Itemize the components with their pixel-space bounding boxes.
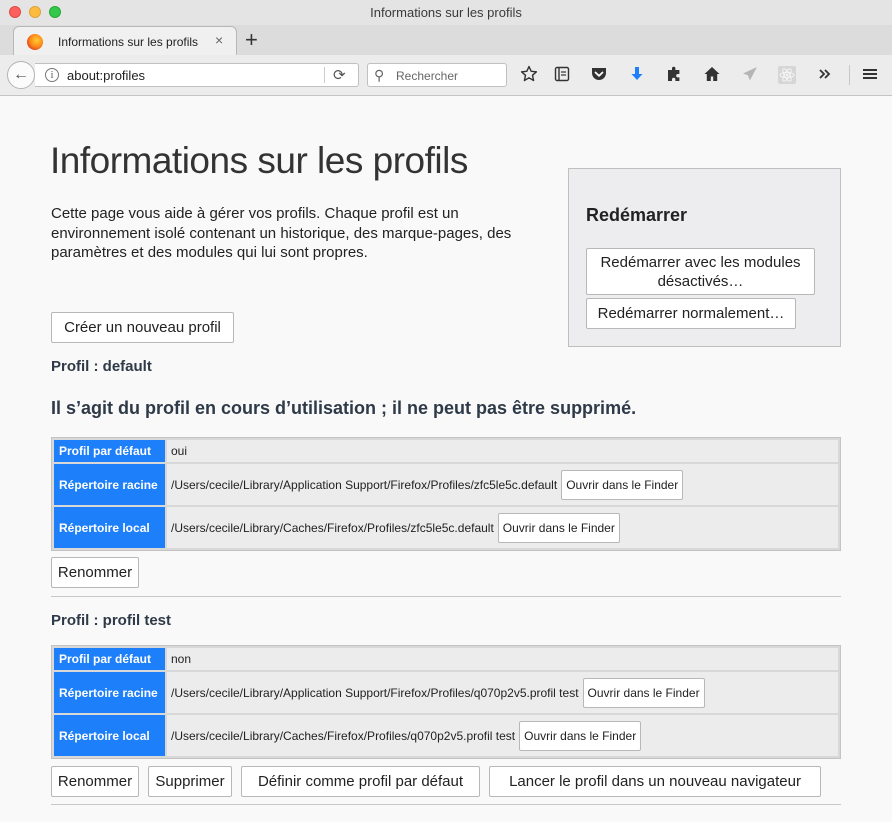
- rename-profile-button[interactable]: Renommer: [51, 557, 139, 588]
- profile-divider: [51, 804, 841, 805]
- page-content: Informations sur les profils Cette page …: [0, 96, 892, 822]
- root-dir-cell: /Users/cecile/Library/Application Suppor…: [167, 464, 838, 505]
- profile-table-test: Profil par défaut non Répertoire racine …: [51, 645, 841, 759]
- local-dir-cell: /Users/cecile/Library/Caches/Firefox/Pro…: [167, 507, 838, 548]
- profile-table-default: Profil par défaut oui Répertoire racine …: [51, 437, 841, 551]
- browser-window: Informations sur les profils Information…: [0, 0, 892, 822]
- rename-profile-button[interactable]: Renommer: [51, 766, 139, 797]
- navigation-toolbar: i about:profiles ⟳ ← ⚲ Rechercher: [0, 55, 892, 96]
- back-button[interactable]: ←: [7, 61, 35, 89]
- intro-text: Cette page vous aide à gérer vos profils…: [51, 205, 512, 261]
- restart-panel: Redémarrer Redémarrer avec les modules d…: [568, 168, 841, 347]
- default-value: non: [167, 648, 838, 670]
- tab-profiles[interactable]: Informations sur les profils ×: [13, 26, 237, 56]
- local-dir-value: /Users/cecile/Library/Caches/Firefox/Pro…: [171, 728, 516, 743]
- open-root-in-finder-button[interactable]: Ouvrir dans le Finder: [582, 677, 705, 708]
- window-title: Informations sur les profils: [370, 5, 522, 20]
- tab-strip: Informations sur les profils ×: [0, 25, 892, 56]
- local-dir-value: /Users/cecile/Library/Caches/Firefox/Pro…: [171, 520, 494, 535]
- search-icon: ⚲: [374, 67, 385, 83]
- profile-heading-default: Profil : default: [51, 358, 152, 375]
- table-row: Répertoire local /Users/cecile/Library/C…: [54, 507, 838, 548]
- firefox-icon: [27, 34, 43, 50]
- new-tab-button[interactable]: +: [245, 29, 258, 51]
- overflow-icon[interactable]: [815, 65, 835, 85]
- table-row: Répertoire local /Users/cecile/Library/C…: [54, 715, 838, 756]
- root-dir-label: Répertoire racine: [54, 672, 165, 713]
- root-dir-label: Répertoire racine: [54, 464, 165, 505]
- table-row: Profil par défaut non: [54, 648, 838, 670]
- search-bar[interactable]: ⚲ Rechercher: [367, 63, 507, 87]
- restart-title: Redémarrer: [586, 205, 688, 225]
- root-dir-value: /Users/cecile/Library/Application Suppor…: [171, 685, 579, 700]
- root-dir-cell: /Users/cecile/Library/Application Suppor…: [167, 672, 838, 713]
- open-local-in-finder-button[interactable]: Ouvrir dans le Finder: [497, 512, 620, 543]
- reload-icon[interactable]: ⟳: [333, 66, 346, 84]
- profile-heading-test: Profil : profil test: [51, 612, 171, 629]
- star-icon[interactable]: [519, 65, 539, 85]
- home-icon[interactable]: [702, 65, 722, 85]
- profile-in-use-message: Il s’agit du profil en cours d’utilisati…: [51, 398, 637, 418]
- url-bar[interactable]: i about:profiles ⟳: [35, 63, 359, 87]
- root-dir-value: /Users/cecile/Library/Application Suppor…: [171, 477, 558, 492]
- local-dir-label: Répertoire local: [54, 715, 165, 756]
- local-dir-cell: /Users/cecile/Library/Caches/Firefox/Pro…: [167, 715, 838, 756]
- launch-profile-button[interactable]: Lancer le profil dans un nouveau navigat…: [489, 766, 821, 797]
- open-root-in-finder-button[interactable]: Ouvrir dans le Finder: [561, 469, 684, 500]
- url-separator: [324, 67, 325, 83]
- url-text[interactable]: about:profiles: [67, 68, 145, 83]
- restart-safe-mode-button[interactable]: Redémarrer avec les modules désactivés…: [586, 248, 815, 295]
- arrow-left-icon: ←: [13, 66, 29, 83]
- restart-normal-button[interactable]: Redémarrer normalement…: [586, 298, 796, 329]
- table-row: Répertoire racine /Users/cecile/Library/…: [54, 672, 838, 713]
- title-bar: Informations sur les profils: [0, 0, 892, 25]
- set-default-profile-button[interactable]: Définir comme profil par défaut: [241, 766, 480, 797]
- page-title: Informations sur les profils: [50, 140, 468, 181]
- reader-list-icon[interactable]: [552, 65, 572, 85]
- default-label: Profil par défaut: [54, 440, 165, 462]
- table-row: Répertoire racine /Users/cecile/Library/…: [54, 464, 838, 505]
- extensions-icon[interactable]: [664, 65, 684, 85]
- react-devtools-icon[interactable]: [777, 65, 797, 85]
- site-info-icon[interactable]: i: [45, 68, 59, 82]
- profile-divider: [51, 596, 841, 597]
- local-dir-label: Répertoire local: [54, 507, 165, 548]
- delete-profile-button[interactable]: Supprimer: [148, 766, 232, 797]
- downloads-icon[interactable]: [627, 65, 647, 85]
- search-input[interactable]: Rechercher: [396, 69, 458, 83]
- default-label: Profil par défaut: [54, 648, 165, 670]
- tab-label: Informations sur les profils: [58, 35, 199, 49]
- default-value: oui: [167, 440, 838, 462]
- table-row: Profil par défaut oui: [54, 440, 838, 462]
- send-icon[interactable]: [740, 65, 760, 85]
- menu-icon[interactable]: [860, 65, 880, 85]
- create-profile-button[interactable]: Créer un nouveau profil: [51, 312, 234, 343]
- open-local-in-finder-button[interactable]: Ouvrir dans le Finder: [519, 720, 642, 751]
- close-tab-icon[interactable]: ×: [215, 32, 223, 48]
- toolbar-separator: [849, 65, 850, 85]
- pocket-icon[interactable]: [589, 65, 609, 85]
